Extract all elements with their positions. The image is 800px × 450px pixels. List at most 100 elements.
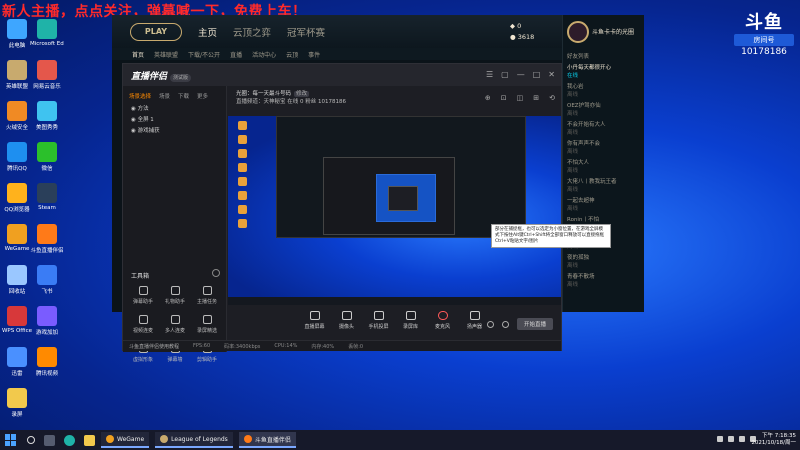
- volume-icon[interactable]: [739, 436, 745, 442]
- taskbar-app[interactable]: 斗鱼直播伴侣: [238, 432, 296, 448]
- app-icon: [37, 306, 57, 326]
- friend-item[interactable]: 大佬八丨教我玩王者 离线: [563, 178, 644, 197]
- clock[interactable]: 下午 7:18:35 2021/10/18/周一: [751, 433, 796, 447]
- friend-item[interactable]: OEZ护驾亦仙 离线: [563, 102, 644, 121]
- scene-tab[interactable]: 更多: [197, 92, 208, 100]
- tool-item[interactable]: 视频连麦: [127, 315, 159, 334]
- source-item[interactable]: ◉ 游戏捕获: [123, 126, 226, 137]
- room-tool-icon[interactable]: ⟲: [549, 94, 555, 102]
- desktop-icon[interactable]: 网易云音乐: [30, 60, 64, 90]
- window-control-icon[interactable]: ☰: [486, 70, 493, 79]
- control-button[interactable]: 扬声器: [463, 311, 487, 341]
- record-icon[interactable]: [501, 320, 509, 328]
- control-button[interactable]: 麦克风: [431, 311, 455, 341]
- network-icon[interactable]: [728, 436, 734, 442]
- control-label: 手机投屏: [368, 324, 389, 330]
- control-button[interactable]: 手机投屏: [367, 311, 391, 341]
- tab-home[interactable]: 主页: [198, 25, 217, 39]
- source-item[interactable]: ◉ 方法: [123, 104, 226, 115]
- settings-icon[interactable]: [486, 320, 494, 328]
- desktop-icon[interactable]: 腾讯QQ: [0, 142, 34, 172]
- subnav-item[interactable]: 下载/不公开: [188, 50, 220, 59]
- desktop-icon[interactable]: 飞书: [30, 265, 64, 295]
- douyu-assistant-window[interactable]: 直播伴侣 测试版 ☰ ▢ — □ ✕ 场景选择 场景 下载 更多 ◉ 方法 ◉ 全屏 1 ◉ 游戏捕…: [122, 63, 562, 363]
- room-tool-icon[interactable]: ⊕: [485, 94, 491, 102]
- app-icon: [37, 60, 57, 80]
- desktop-icon[interactable]: 英雄联盟: [0, 60, 34, 90]
- subnav-item[interactable]: 直播: [230, 50, 242, 59]
- friend-item[interactable]: 我心岩 离线: [563, 83, 644, 102]
- tool-item[interactable]: 主播任务: [191, 286, 223, 305]
- tool-item[interactable]: 多人连麦: [159, 315, 191, 334]
- friend-name: 不会开始有大人: [567, 122, 606, 128]
- tab-tft[interactable]: 云顶之弈: [233, 25, 271, 39]
- desktop-icon[interactable]: 火绒安全: [0, 101, 34, 131]
- friend-item[interactable]: 青春不散场 离线: [563, 273, 644, 292]
- desktop-icon[interactable]: 此电脑: [0, 19, 34, 49]
- capture-tooltip: 部分在捕捉框，也可以选定为小窗位置，在游戏全屏模式下按住Alt键Ctrl+Shi…: [491, 224, 611, 248]
- subnav-item[interactable]: 事件: [308, 50, 320, 59]
- friend-item[interactable]: 小丹每天都很开心 在线: [563, 64, 644, 83]
- file-explorer-icon[interactable]: [84, 434, 95, 446]
- desktop-icon[interactable]: 录屏: [0, 388, 34, 418]
- taskbar-app[interactable]: League of Legends: [155, 432, 233, 448]
- taskbar-app[interactable]: WeGame: [101, 432, 150, 448]
- friend-item[interactable]: 夜的孤独 离线: [563, 254, 644, 273]
- desktop-icon[interactable]: 微信: [30, 142, 64, 172]
- scene-tab[interactable]: 下载: [178, 92, 189, 100]
- play-button[interactable]: PLAY: [130, 22, 182, 41]
- friend-item[interactable]: 不会开始有大人 离线: [563, 121, 644, 140]
- desktop-icon[interactable]: 腾讯视频: [30, 347, 64, 377]
- subnav-item[interactable]: 云顶: [286, 50, 298, 59]
- desktop-icon[interactable]: 回收站: [0, 265, 34, 295]
- desktop-icon[interactable]: Microsoft Edge: [30, 19, 64, 47]
- status-item[interactable]: 斗鱼直播伴侣使用教程: [129, 343, 179, 350]
- friend-item[interactable]: 不怕大人 离线: [563, 159, 644, 178]
- avatar[interactable]: [567, 20, 589, 43]
- control-button[interactable]: 摄像头: [335, 311, 359, 341]
- desktop-icon[interactable]: 迅雷: [0, 347, 34, 377]
- desktop-icon[interactable]: 游戏加加: [30, 306, 64, 336]
- desktop-icon[interactable]: WeGame: [0, 224, 34, 252]
- desktop-icon[interactable]: WPS Office: [0, 306, 34, 334]
- search-icon[interactable]: [27, 436, 35, 444]
- source-item[interactable]: ◉ 全屏 1: [123, 115, 226, 126]
- chevron-up-icon[interactable]: [717, 436, 723, 442]
- edge-icon[interactable]: [64, 434, 75, 446]
- subnav-item[interactable]: 英雄联盟: [154, 50, 178, 59]
- desktop-icon[interactable]: QQ浏览器: [0, 183, 34, 213]
- tab-clash[interactable]: 冠军杯赛: [287, 25, 325, 39]
- subnav-item[interactable]: 首页: [132, 50, 144, 59]
- scene-tab[interactable]: 场景选择: [129, 92, 151, 100]
- start-button[interactable]: [5, 434, 17, 446]
- window-control-icon[interactable]: —: [517, 70, 525, 79]
- window-control-icon[interactable]: ▢: [501, 70, 509, 79]
- tool-item[interactable]: 礼物助手: [159, 286, 191, 305]
- desktop-icon[interactable]: 美图秀秀: [30, 101, 64, 131]
- room-tool-icon[interactable]: ◫: [517, 94, 524, 102]
- start-stream-button[interactable]: 开始直播: [516, 318, 553, 330]
- assistant-logo: 直播伴侣 测试版: [131, 69, 192, 82]
- desktop-icon-label: 网易云音乐: [33, 84, 61, 90]
- friend-item[interactable]: 你有声声不会 离线: [563, 140, 644, 159]
- friend-status: 离线: [567, 111, 579, 117]
- toolbox-collapse-icon[interactable]: [212, 269, 220, 277]
- stream-preview[interactable]: [228, 116, 561, 305]
- subnav-item[interactable]: 活动中心: [252, 50, 276, 59]
- tool-item[interactable]: 弹幕助手: [127, 286, 159, 305]
- desktop-icon[interactable]: Steam: [30, 183, 64, 211]
- edit-room-tag[interactable]: 修改: [294, 91, 310, 97]
- currency-1: 0: [517, 22, 522, 30]
- control-button[interactable]: 直播屏幕: [303, 311, 327, 341]
- window-control-icon[interactable]: □: [533, 70, 541, 79]
- window-control-icon[interactable]: ✕: [548, 70, 555, 79]
- friend-item[interactable]: 一起去超神 离线: [563, 197, 644, 216]
- scene-tab[interactable]: 场景: [159, 92, 170, 100]
- tool-item[interactable]: 录屏精选: [191, 315, 223, 334]
- room-tool-icon[interactable]: ⊡: [501, 94, 507, 102]
- control-button[interactable]: 录屏库: [399, 311, 423, 341]
- desktop-icon[interactable]: 斗鱼直播伴侣: [30, 224, 64, 254]
- task-view-icon[interactable]: [44, 434, 55, 446]
- room-tool-icon[interactable]: ⊞: [533, 94, 539, 102]
- profile-header[interactable]: 斗鱼卡卡的光圈: [563, 15, 644, 48]
